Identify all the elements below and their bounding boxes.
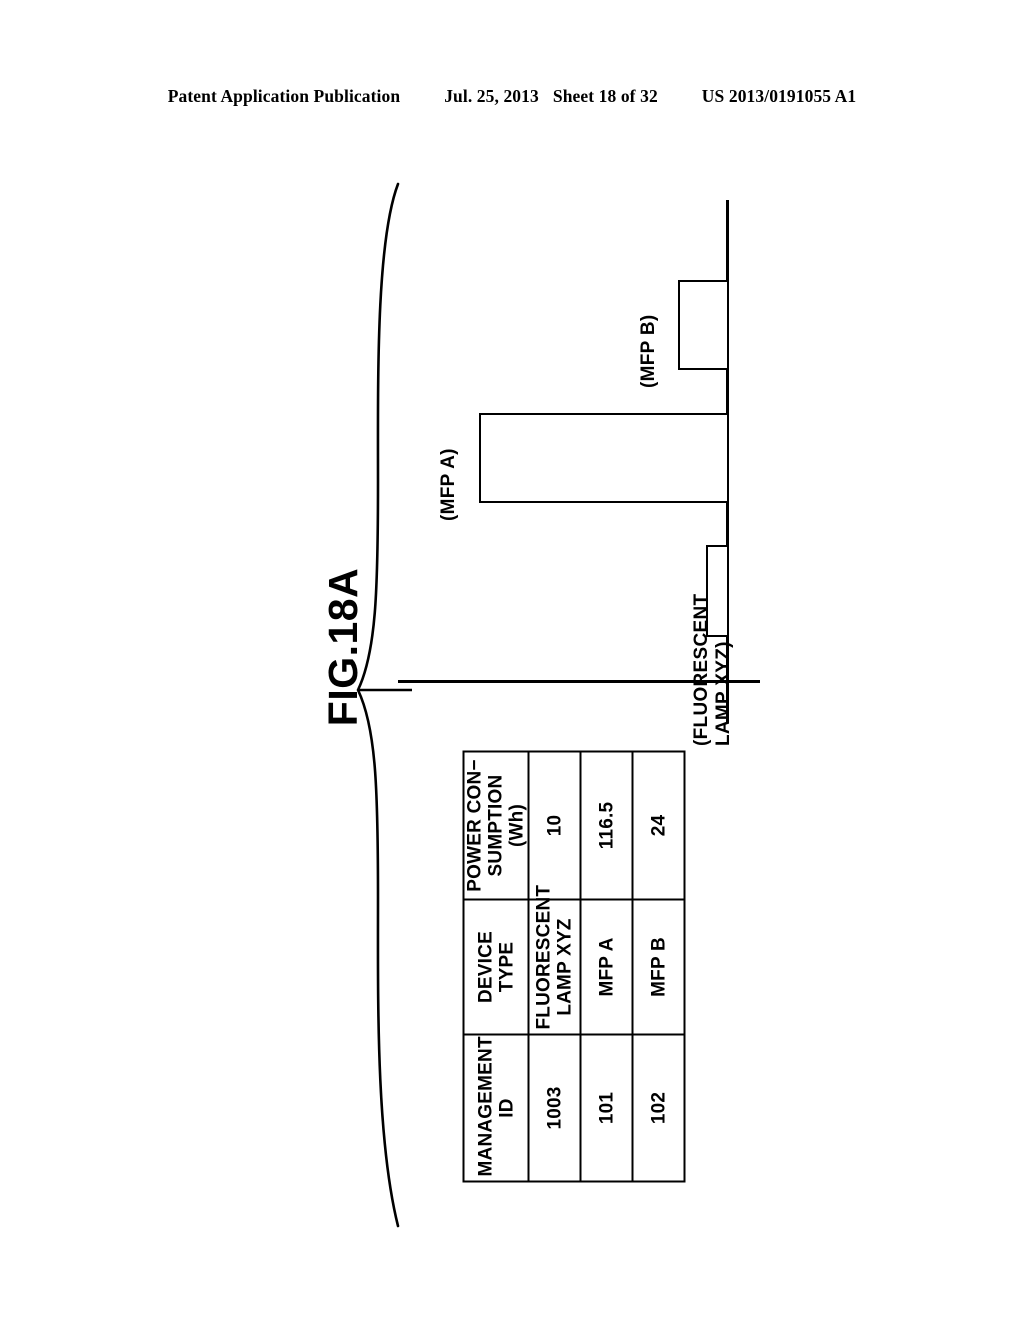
table-header-row: MANAGEMENT ID DEVICE TYPE POWER CON− SUM… bbox=[463, 751, 528, 1181]
header-date-text: Jul. 25, 2013 bbox=[444, 86, 539, 106]
bar-label-mfp-a-text: (MFP A) bbox=[438, 448, 459, 521]
cell-device-type-line1: FLUORESCENT bbox=[533, 884, 554, 1029]
device-power-table-wrapper: MANAGEMENT ID DEVICE TYPE POWER CON− SUM… bbox=[462, 751, 684, 1182]
header-device-type-line1: DEVICE bbox=[474, 930, 496, 1003]
bar-label-fluorescent-lamp-xyz: (FLUORESCENT LAMP XYZ) bbox=[691, 593, 735, 746]
table-header-device-type: DEVICE TYPE bbox=[463, 899, 528, 1034]
cell-power-consumption: 116.5 bbox=[580, 751, 632, 899]
table-row: 101 MFP A 116.5 bbox=[580, 751, 632, 1181]
cell-power-consumption: 24 bbox=[632, 751, 684, 899]
bar-label-mfp-a: (MFP A) bbox=[438, 441, 460, 521]
bar-label-mfp-b: (MFP B) bbox=[638, 308, 660, 388]
page-header: Patent Application Publication Jul. 25, … bbox=[0, 86, 1024, 116]
cell-device-type: FLUORESCENT LAMP XYZ bbox=[528, 884, 580, 1034]
cell-management-id: 1003 bbox=[528, 1034, 580, 1181]
cell-management-id: 101 bbox=[580, 1034, 632, 1181]
bar-label-fluorescent-line2: LAMP XYZ) bbox=[713, 641, 734, 746]
table-header-power-consumption: POWER CON− SUMPTION (Wh) bbox=[463, 751, 528, 899]
header-publication-text: Patent Application Publication bbox=[167, 86, 401, 106]
header-sheet-text: Sheet 18 of 32 bbox=[552, 86, 658, 106]
cell-power-consumption: 10 bbox=[528, 751, 580, 899]
device-power-table: MANAGEMENT ID DEVICE TYPE POWER CON− SUM… bbox=[462, 750, 685, 1182]
cell-device-type-line2: LAMP XYZ bbox=[554, 917, 575, 1016]
bar-chart: (MFP B) (MFP A) (FLUORESCENT LAMP XYZ) bbox=[390, 190, 770, 746]
bar-mfp-b bbox=[678, 280, 729, 370]
cell-management-id: 102 bbox=[632, 1034, 684, 1181]
table-row: 1003 FLUORESCENT LAMP XYZ 10 bbox=[528, 751, 580, 1181]
table-header-management-id: MANAGEMENT ID bbox=[463, 1034, 528, 1181]
cell-device-type: MFP A bbox=[580, 899, 632, 1034]
cell-device-type: MFP B bbox=[632, 899, 684, 1034]
header-power-consumption-line2: SUMPTION (Wh) bbox=[485, 774, 527, 876]
bar-label-fluorescent-line1: (FLUORESCENT bbox=[691, 593, 712, 746]
header-power-consumption-line1: POWER CON− bbox=[464, 758, 485, 892]
header-management-id-line1: MANAGEMENT bbox=[474, 1035, 496, 1176]
header-management-id-line2: ID bbox=[495, 1097, 517, 1118]
bar-mfp-a bbox=[479, 413, 729, 503]
header-publication-number: US 2013/0191055 A1 bbox=[701, 86, 857, 106]
header-device-type-line2: TYPE bbox=[495, 941, 517, 992]
bar-label-mfp-b-text: (MFP B) bbox=[638, 314, 659, 388]
table-row: 102 MFP B 24 bbox=[632, 751, 684, 1181]
